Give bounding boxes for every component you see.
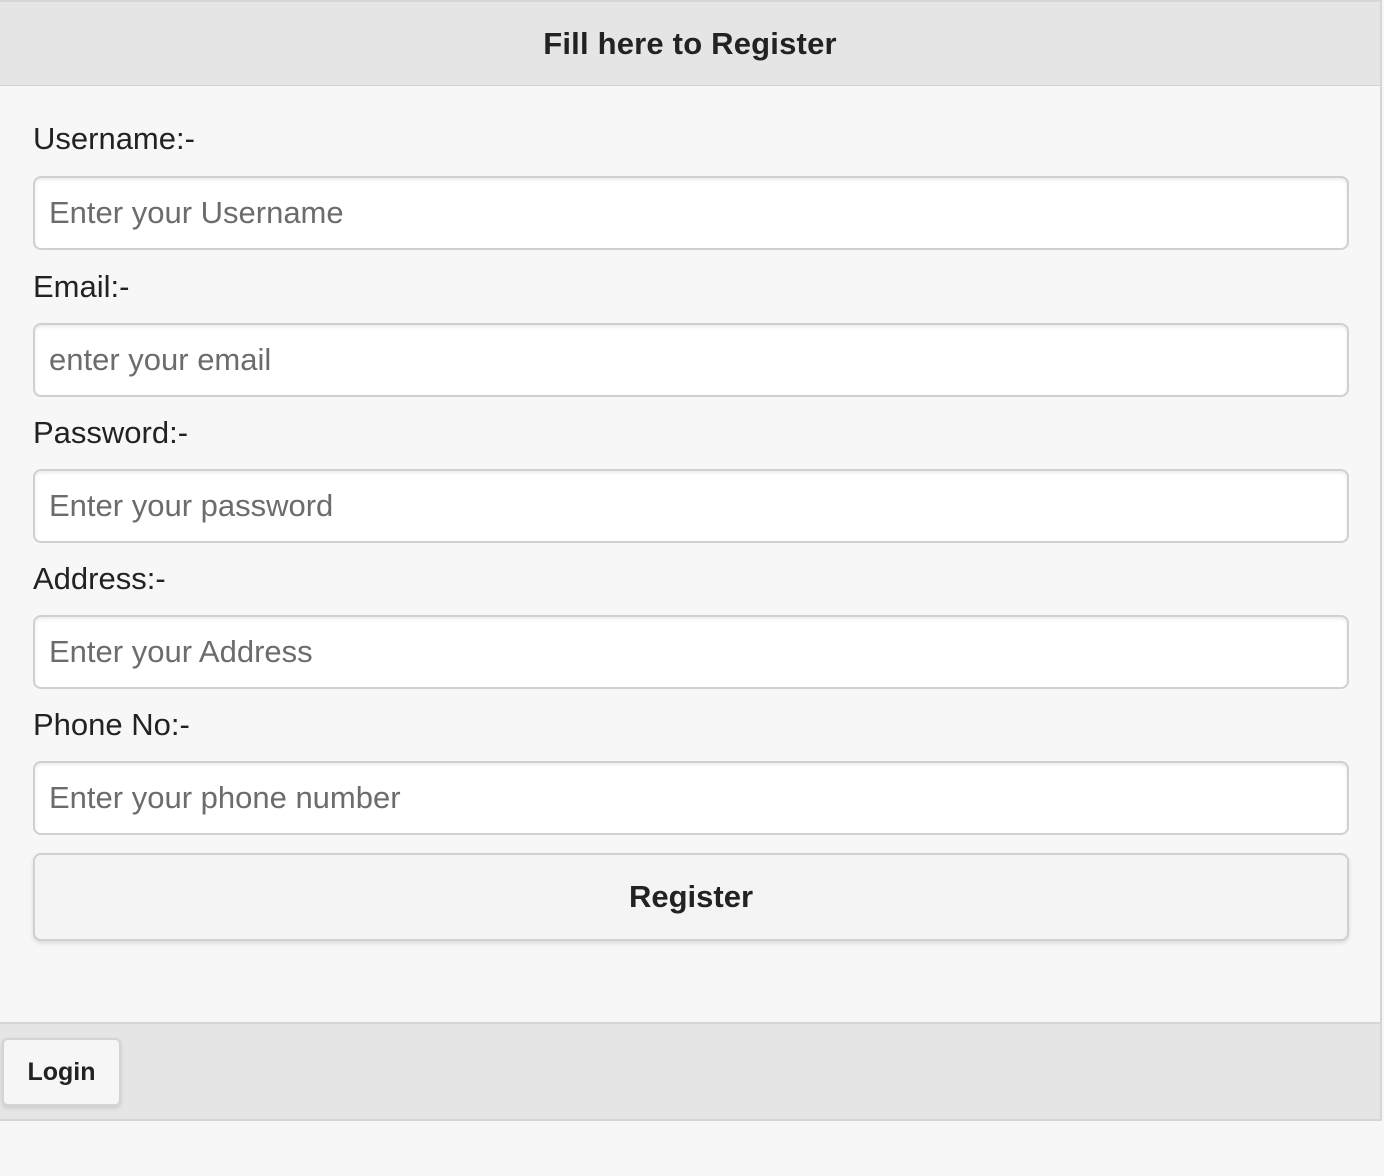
- phone-input[interactable]: [33, 761, 1349, 835]
- registration-form: Username:- Email:- Password:- Address:- …: [0, 86, 1382, 1022]
- login-button[interactable]: Login: [2, 1038, 121, 1106]
- email-label: Email:-: [33, 269, 130, 304]
- page-header: Fill here to Register: [0, 0, 1382, 86]
- page-footer: Login: [0, 1022, 1382, 1121]
- password-label: Password:-: [33, 415, 189, 450]
- username-label: Username:-: [33, 121, 195, 156]
- address-input[interactable]: [33, 615, 1349, 689]
- register-button[interactable]: Register: [33, 853, 1349, 941]
- page-background: [0, 1121, 1384, 1176]
- username-input[interactable]: [33, 176, 1349, 250]
- email-input[interactable]: [33, 323, 1349, 397]
- phone-label: Phone No:-: [33, 707, 190, 742]
- password-input[interactable]: [33, 469, 1349, 543]
- page-title: Fill here to Register: [543, 25, 837, 61]
- address-label: Address:-: [33, 561, 166, 596]
